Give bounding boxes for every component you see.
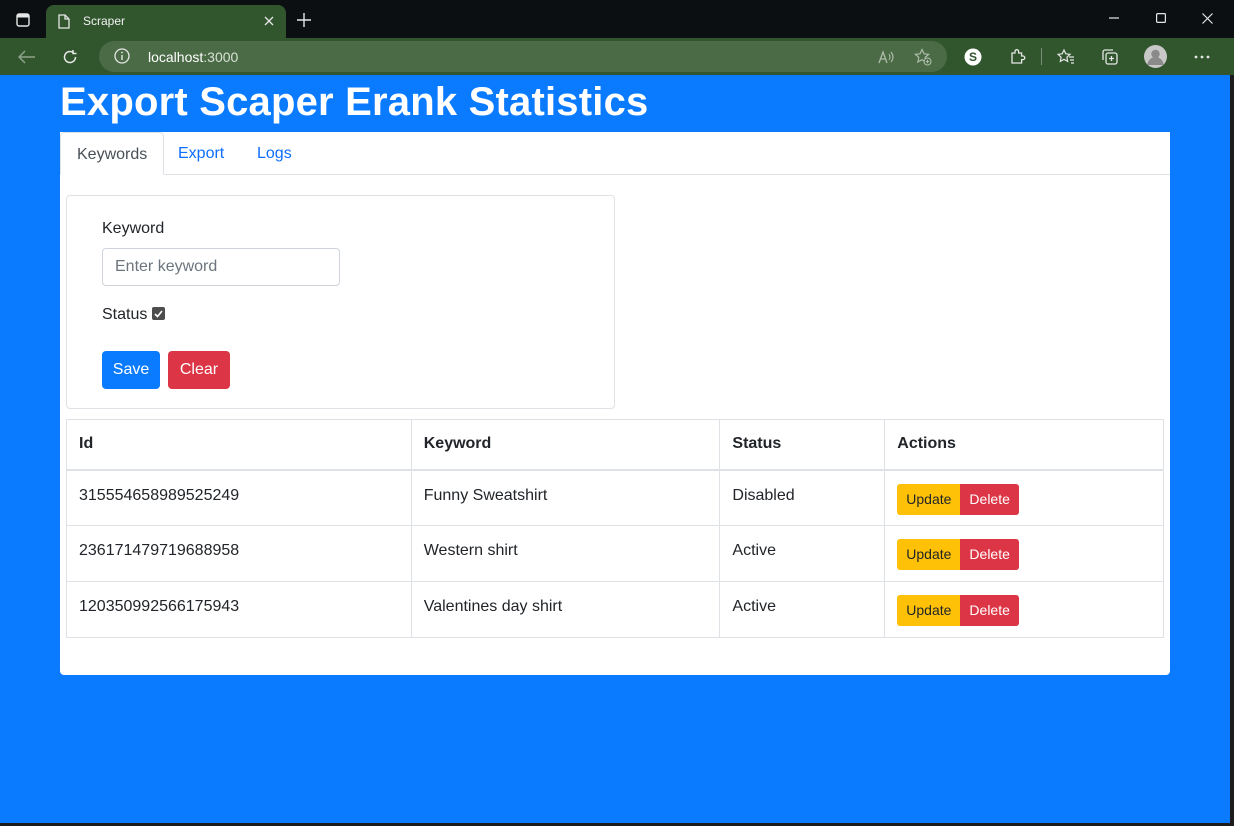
table-header-row: Id Keyword Status Actions [66, 419, 1164, 471]
clear-button[interactable]: Clear [168, 351, 230, 389]
cell-actions: Update Delete [884, 525, 1164, 582]
page-icon [58, 14, 70, 34]
keyword-input[interactable] [102, 248, 340, 286]
table-row: 315554658989525249 Funny Sweatshirt Disa… [66, 469, 1164, 526]
close-window-icon[interactable] [1192, 6, 1222, 30]
tab-keywords[interactable]: Keywords [60, 132, 165, 175]
toolbar-separator [1041, 48, 1042, 65]
url-host: localhost [148, 49, 204, 65]
column-header-actions: Actions [884, 419, 1164, 471]
close-tab-icon[interactable] [260, 12, 278, 30]
delete-button[interactable]: Delete [960, 483, 1019, 515]
tab-actions-icon[interactable] [10, 8, 36, 32]
new-tab-icon[interactable] [293, 9, 315, 31]
browser-tab[interactable]: Scraper [46, 5, 286, 38]
site-info-icon[interactable] [113, 47, 131, 70]
cell-actions: Update Delete [884, 581, 1164, 638]
delete-button[interactable]: Delete [960, 539, 1019, 570]
cell-status: Active [719, 581, 886, 638]
keyword-form: Keyword Status Save Clear [66, 195, 615, 409]
cell-keyword: Valentines day shirt [410, 581, 721, 638]
table-row: 236171479719688958 Western shirt Active … [66, 525, 1164, 582]
back-icon[interactable] [14, 44, 40, 70]
column-header-keyword: Keyword [410, 419, 721, 471]
cell-status: Disabled [719, 469, 886, 526]
cell-id: 120350992566175943 [66, 581, 412, 638]
browser-title-bar: Scraper [0, 0, 1234, 38]
cell-keyword: Funny Sweatshirt [410, 469, 721, 526]
status-checkbox[interactable] [152, 307, 165, 320]
save-button[interactable]: Save [102, 351, 160, 389]
page-title: Export Scaper Erank Statistics [60, 80, 649, 124]
svg-text:S: S [969, 50, 977, 64]
keyword-label: Keyword [102, 220, 165, 237]
update-button[interactable]: Update [897, 595, 961, 626]
cell-actions: Update Delete [884, 469, 1164, 526]
favorites-icon[interactable] [1053, 44, 1079, 70]
collections-icon[interactable] [1097, 44, 1123, 70]
update-button[interactable]: Update [897, 539, 961, 570]
delete-button[interactable]: Delete [960, 595, 1019, 626]
cell-id: 236171479719688958 [66, 525, 412, 582]
add-favorite-icon[interactable] [911, 45, 935, 69]
tab-logs[interactable]: Logs [241, 132, 308, 175]
keywords-table: Id Keyword Status Actions 31555465898952… [66, 419, 1164, 638]
tab-title: Scraper [83, 14, 126, 28]
tab-export[interactable]: Export [162, 132, 240, 175]
read-aloud-icon[interactable] [874, 45, 898, 69]
window-border [1230, 75, 1234, 826]
column-header-status: Status [719, 419, 886, 471]
table-row: 120350992566175943 Valentines day shirt … [66, 581, 1164, 638]
profile-avatar[interactable] [1144, 45, 1167, 68]
address-bar[interactable]: localhost:3000 [99, 41, 947, 72]
browser-toolbar: localhost:3000 S [0, 38, 1234, 75]
url-text[interactable]: localhost:3000 [148, 49, 238, 65]
update-button[interactable]: Update [897, 483, 961, 515]
extension-s-icon[interactable]: S [960, 44, 986, 70]
tab-content: Keyword Status Save Clear Id Keyword Sta… [60, 175, 1170, 675]
extensions-icon[interactable] [1004, 44, 1030, 70]
url-port: :3000 [203, 49, 239, 65]
page-viewport: Export Scaper Erank Statistics Keywords … [0, 75, 1230, 823]
more-options-icon[interactable] [1189, 44, 1215, 70]
column-header-id: Id [66, 419, 412, 471]
cell-keyword: Western shirt [410, 525, 721, 582]
cell-status: Active [719, 525, 886, 582]
nav-tabs: Keywords Export Logs [60, 132, 1170, 175]
status-label: Status [102, 306, 148, 323]
cell-id: 315554658989525249 [66, 469, 412, 526]
maximize-icon[interactable] [1146, 6, 1176, 30]
checkmark-icon [154, 309, 163, 318]
refresh-icon[interactable] [57, 44, 83, 70]
minimize-icon[interactable] [1099, 6, 1129, 30]
